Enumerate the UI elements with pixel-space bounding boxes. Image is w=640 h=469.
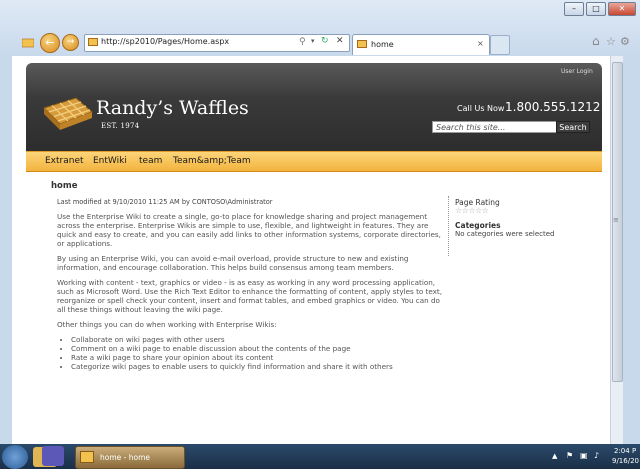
minimize-button[interactable]: – — [564, 2, 584, 16]
paragraph: Working with content - text, graphics or… — [57, 278, 443, 314]
page-title: home — [51, 181, 78, 191]
clock-time[interactable]: 2:04 P — [614, 447, 636, 455]
back-button[interactable]: ← — [40, 33, 60, 53]
dropdown-icon[interactable]: ▾ — [311, 37, 315, 45]
tray-network-icon[interactable]: ▣ — [580, 451, 588, 460]
search-icon[interactable]: ⚲ — [299, 37, 306, 47]
column-divider — [448, 196, 450, 256]
categories-label: Categories — [455, 221, 501, 230]
list-item: Rate a wiki page to share your opinion a… — [71, 353, 445, 362]
logo-title: Randy’s Waffles — [96, 97, 249, 119]
paragraph: Other things you can do when working wit… — [57, 320, 277, 329]
tray-volume-icon[interactable]: ♪ — [594, 451, 599, 460]
tab-close-icon[interactable]: × — [477, 39, 484, 48]
scroll-grip-icon: ≡ — [613, 216, 619, 224]
call-label: Call Us Now — [457, 104, 505, 113]
ie-logo-icon — [21, 36, 35, 48]
address-bar[interactable]: http://sp2010/Pages/Home.aspx ⚲ ▾ ↻ ✕ — [84, 34, 350, 52]
taskbar-window-title: home - home — [100, 453, 150, 462]
list-item: Collaborate on wiki pages with other use… — [71, 335, 445, 344]
nav-item-entwiki[interactable]: EntWiki — [93, 156, 127, 166]
tab-favicon-icon — [357, 40, 367, 48]
refresh-icon[interactable]: ↻ — [321, 36, 329, 46]
clock-date[interactable]: 9/16/20 — [612, 457, 639, 465]
search-button[interactable]: Search — [556, 121, 590, 133]
close-window-button[interactable]: ✕ — [608, 2, 636, 16]
window-controls: – □ ✕ — [564, 2, 636, 16]
article-body: Use the Enterprise Wiki to create a sing… — [57, 212, 445, 371]
logo-subtitle: EST. 1974 — [101, 122, 140, 130]
window-frame-right — [622, 56, 640, 444]
waffle-logo-icon — [40, 96, 94, 134]
window-frame-left — [0, 56, 12, 444]
waffle-taskbar-icon — [80, 451, 94, 463]
feature-list: Collaborate on wiki pages with other use… — [57, 335, 445, 371]
user-login-link[interactable]: User Login — [561, 68, 593, 75]
maximize-button[interactable]: □ — [586, 2, 606, 16]
star-icon[interactable]: ☆ — [455, 206, 462, 215]
categories-value: No categories were selected — [455, 230, 555, 238]
star-icon[interactable]: ☆ — [475, 206, 482, 215]
taskbar-window-home[interactable]: home - home — [75, 446, 185, 469]
site-favicon-icon — [88, 38, 98, 46]
top-navigation: Extranet EntWiki team Team&amp;Team — [26, 151, 602, 172]
address-text: http://sp2010/Pages/Home.aspx — [101, 37, 230, 46]
list-item: Categorize wiki pages to enable users to… — [71, 362, 445, 371]
tray-expand-icon[interactable]: ▲ — [552, 452, 557, 460]
nav-item-team-team[interactable]: Team&amp;Team — [173, 156, 251, 166]
phone-number: 1.800.555.1212 — [505, 100, 601, 114]
paragraph: Use the Enterprise Wiki to create a sing… — [57, 212, 441, 248]
home-icon[interactable]: ⌂ — [592, 34, 600, 48]
tab-home[interactable]: home × — [352, 34, 490, 55]
tools-gear-icon[interactable]: ⚙ — [620, 35, 630, 48]
last-modified: Last modified at 9/10/2010 11:25 AM by C… — [57, 198, 273, 206]
forward-button[interactable]: → — [62, 34, 79, 51]
favorites-star-icon[interactable]: ☆ — [606, 35, 616, 48]
nav-item-team[interactable]: team — [139, 156, 162, 166]
site-search-input[interactable]: Search this site... — [432, 121, 558, 133]
app-taskbar-icon[interactable] — [42, 446, 64, 466]
paragraph: By using an Enterprise Wiki, you can avo… — [57, 254, 409, 272]
vertical-scrollbar[interactable]: ≡ — [610, 56, 623, 444]
new-tab-button[interactable] — [490, 35, 510, 55]
rating-stars[interactable]: ☆☆☆☆☆ — [455, 206, 489, 215]
star-icon[interactable]: ☆ — [482, 206, 489, 215]
star-icon[interactable]: ☆ — [468, 206, 475, 215]
tab-title: home — [371, 40, 394, 49]
start-button[interactable] — [2, 445, 28, 469]
list-item: Comment on a wiki page to enable discuss… — [71, 344, 445, 353]
tray-flag-icon[interactable]: ⚑ — [566, 451, 573, 460]
stop-icon[interactable]: ✕ — [336, 36, 344, 46]
nav-item-extranet[interactable]: Extranet — [45, 156, 84, 166]
